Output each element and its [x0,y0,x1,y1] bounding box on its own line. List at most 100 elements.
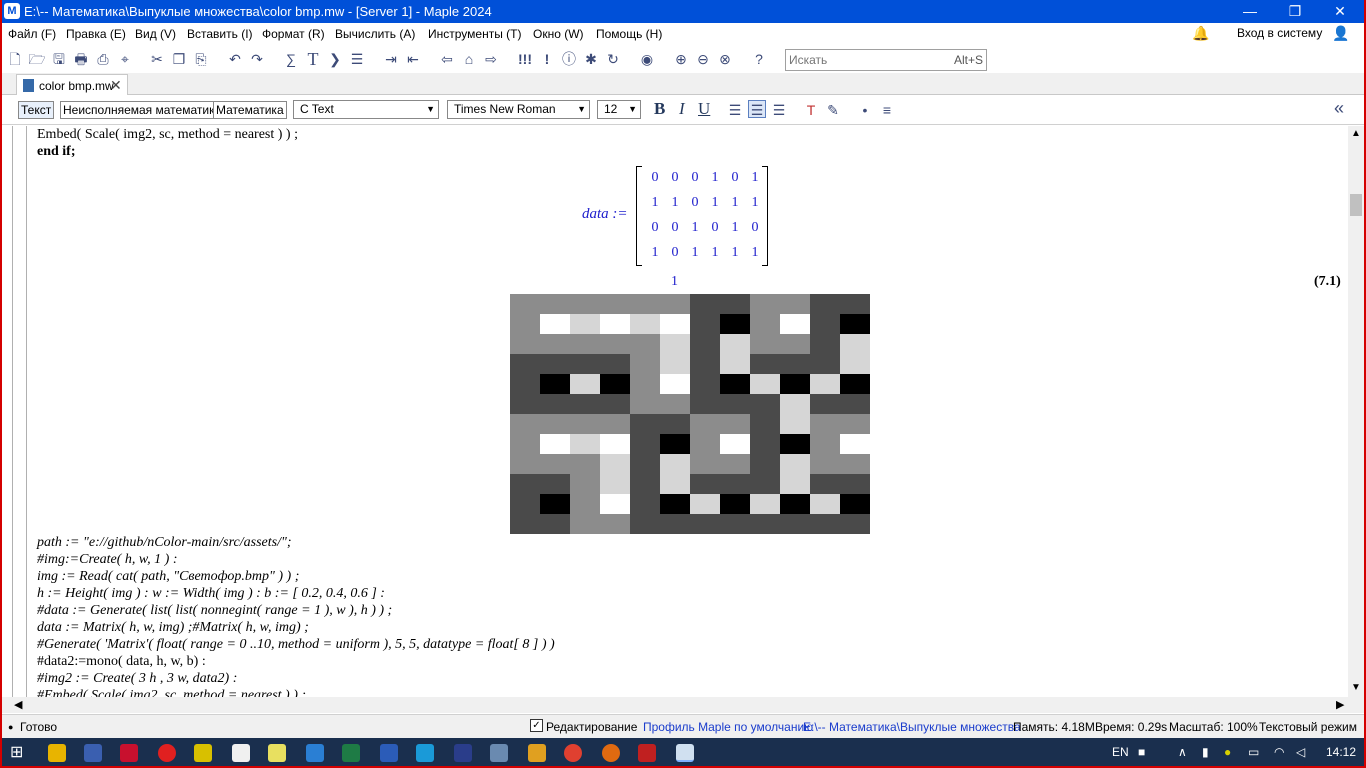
zoom-out-icon[interactable]: ⊖ [694,50,712,68]
vertical-scrollbar[interactable]: ▲ ▼ [1348,126,1364,697]
code-line[interactable]: #img2 := Create( 3 h , 3 w, data2) : [37,671,237,687]
tab-color-bmp[interactable]: color bmp.mw ✕ [16,74,128,95]
text-mode-button[interactable]: Текст [18,101,55,119]
code-line[interactable]: #data2:=mono( data, h, w, b) : [37,654,206,670]
align-right-icon[interactable]: ☰ [770,101,788,119]
print-preview-icon[interactable]: ⎙ [94,50,112,68]
battery-icon[interactable]: ▭ [1248,745,1259,759]
underline-button[interactable]: U [698,99,710,119]
save-icon[interactable]: 🖫 [50,50,68,68]
bullet-list-icon[interactable]: • [856,101,874,119]
firefox-icon[interactable] [602,744,620,762]
insert-prompt-icon[interactable]: ❯ [326,50,344,68]
redo-icon[interactable]: ↷ [248,50,266,68]
close-button[interactable]: ✕ [1320,2,1360,20]
clock[interactable]: 14:12 [1326,745,1356,759]
chevron-up-icon[interactable]: ∧ [1178,745,1187,759]
tray-app-icon[interactable]: ● [1224,745,1231,759]
code-line[interactable]: #Embed( Scale( img2, sc, method = neares… [37,688,306,697]
word-icon[interactable] [380,744,398,762]
document-area[interactable]: Embed( Scale( img2, sc, method = nearest… [2,126,1348,697]
text-color-icon[interactable]: T [802,101,820,119]
cut-icon[interactable]: ✂ [148,50,166,68]
status-path-link[interactable]: E:\-- Математика\Выпуклые множества [803,720,1021,734]
powershell-icon[interactable] [454,744,472,762]
italic-button[interactable]: I [679,99,685,119]
bold-button[interactable]: B [654,99,665,119]
menu-window[interactable]: Окно (W) [533,27,584,41]
restore-button[interactable]: ❐ [1275,2,1315,20]
menu-insert[interactable]: Вставить (I) [187,27,253,41]
font-select[interactable]: Times New Roman ▼ [447,100,590,119]
status-profile-link[interactable]: Профиль Maple по умолчанию [643,720,813,734]
insert-math-icon[interactable]: ∑ [282,50,300,68]
indent-icon[interactable]: ⇥ [382,50,400,68]
align-center-icon[interactable]: ☰ [748,100,766,118]
app-yellow-icon[interactable] [194,744,212,762]
code-line[interactable]: Embed( Scale( img2, sc, method = nearest… [37,127,298,143]
align-left-icon[interactable]: ☰ [726,101,744,119]
scroll-down-icon[interactable]: ▼ [1351,682,1361,693]
new-document-icon[interactable]: 🗋 [6,50,24,68]
tab-close-button[interactable]: ✕ [110,77,122,94]
recorder-app-icon[interactable] [158,744,176,762]
language-indicator[interactable]: EN [1112,745,1129,759]
menu-tools[interactable]: Инструменты (T) [428,27,521,41]
paste-icon[interactable]: ⎘ [192,50,210,68]
open-folder-icon[interactable]: 🗁 [28,50,46,68]
notepad-icon[interactable] [232,744,250,762]
style-select[interactable]: C Text ▼ [293,100,439,119]
minimize-button[interactable]: — [1230,2,1270,20]
signin-link[interactable]: Вход в систему [1237,26,1322,40]
zoom-fit-icon[interactable]: ⊗ [716,50,734,68]
scroll-right-icon[interactable]: ▶ [1336,698,1344,711]
settings-app-icon[interactable] [490,744,508,762]
paragraph-icon[interactable]: ☰ [348,50,366,68]
crop-icon[interactable]: ⌖ [116,50,134,68]
app-red-icon[interactable] [638,744,656,762]
code-line[interactable]: data := Matrix( h, w, img) ;#Matrix( h, … [37,620,309,636]
home-icon[interactable]: ⌂ [460,50,478,68]
menu-file[interactable]: Файл (F) [8,27,56,41]
plugin-icon[interactable]: ◉ [638,50,656,68]
size-select[interactable]: 12 ▼ [597,100,641,119]
code-line[interactable]: h := Height( img ) : w := Width( img ) :… [37,586,385,602]
volume-icon[interactable]: ◁ [1296,745,1305,759]
code-line[interactable]: #img:=Create( h, w, 1 ) : [37,552,177,568]
highlight-icon[interactable]: ✎ [824,101,842,119]
code-line[interactable]: path := "e://github/nColor-main/src/asse… [37,535,292,551]
file-explorer-icon[interactable] [48,744,66,762]
user-icon[interactable]: 👤 [1332,25,1349,42]
execute-all-icon[interactable]: !!! [516,50,534,68]
chrome-icon[interactable] [564,744,582,762]
horizontal-scrollbar[interactable]: ◀ ▶ [2,697,1364,713]
collapse-panel-icon[interactable]: « [1330,99,1348,117]
execute-icon[interactable]: ! [538,50,556,68]
skype-icon[interactable] [416,744,434,762]
excel-icon[interactable] [342,744,360,762]
scroll-up-icon[interactable]: ▲ [1351,128,1361,139]
editor-app-icon[interactable] [528,744,546,762]
scroll-left-icon[interactable]: ◀ [14,698,22,711]
menu-help[interactable]: Помощь (H) [596,27,662,41]
menu-evaluate[interactable]: Вычислить (A) [335,27,415,41]
code-line[interactable]: end if; [37,144,76,160]
menu-format[interactable]: Формат (R) [262,27,325,41]
menu-view[interactable]: Вид (V) [135,27,176,41]
notes-app-icon[interactable] [268,744,286,762]
insert-text-icon[interactable]: T [304,50,322,68]
floppy-app-icon[interactable] [84,744,102,762]
app-c-icon[interactable] [120,744,138,762]
forward-arrow-icon[interactable]: ⇨ [482,50,500,68]
pdf-tray-icon[interactable]: ■ [1138,745,1145,759]
microphone-icon[interactable]: ▮ [1202,745,1209,759]
numbered-list-icon[interactable]: ≡ [878,101,896,119]
stop-icon[interactable]: ⓘ [560,50,578,68]
code-line[interactable]: #Generate( 'Matrix'( float( range = 0 ..… [37,637,555,653]
windows-start-icon[interactable]: ⊞ [10,744,28,762]
zoom-in-icon[interactable]: ⊕ [672,50,690,68]
print-icon[interactable]: 🖶 [72,50,90,68]
maple-taskbar-icon[interactable] [676,744,694,762]
editing-checkbox[interactable]: ✓ [530,719,543,732]
back-arrow-icon[interactable]: ⇦ [438,50,456,68]
